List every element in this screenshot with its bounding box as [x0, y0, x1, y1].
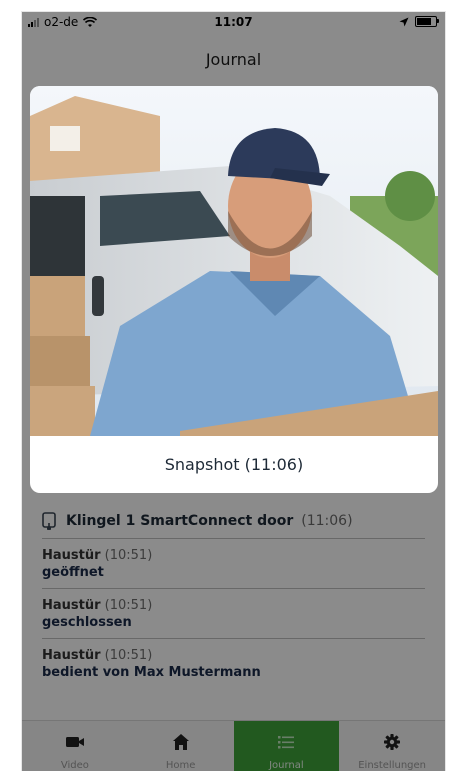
snapshot-image	[30, 86, 438, 436]
phone-screen: o2-de 11:07 Journal Klingel 1 SmartConne…	[22, 12, 445, 771]
snapshot-modal[interactable]: Snapshot (11:06)	[30, 86, 438, 493]
snapshot-caption: Snapshot (11:06)	[164, 455, 304, 474]
